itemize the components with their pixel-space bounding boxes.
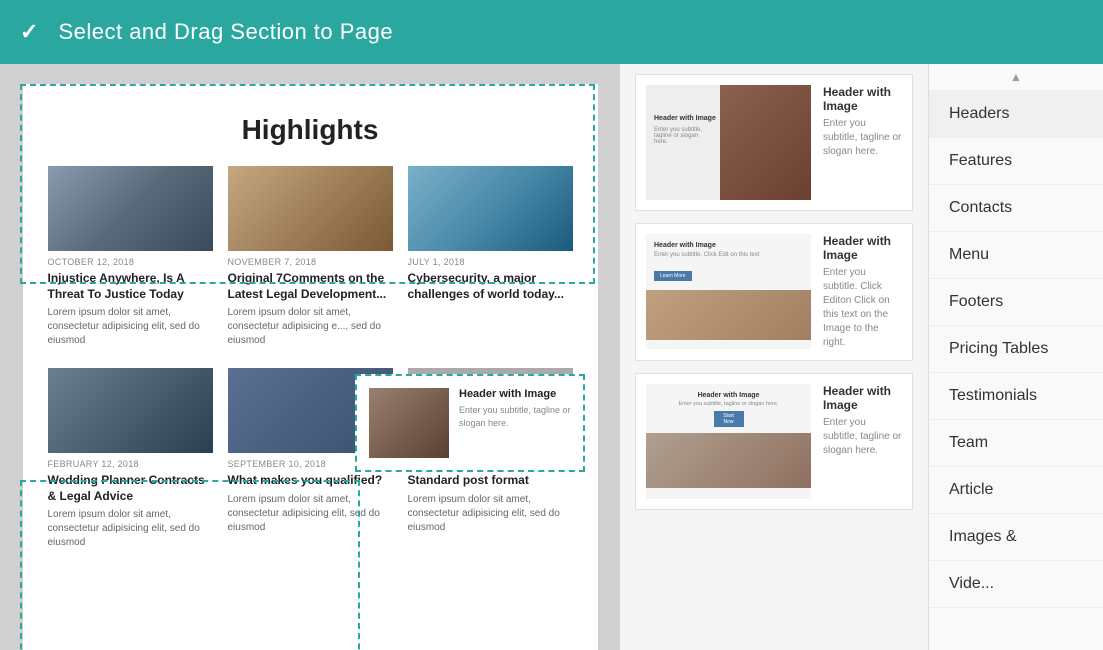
thumb-img-area [646,433,811,488]
blog-headline: What makes you qualified? [228,473,393,489]
sidebar-item-headers[interactable]: Headers [929,91,1103,138]
center-panel[interactable]: Header with Image Enter you subtitle, ta… [620,64,928,650]
section-desc: Enter you subtitle. Click Editon Click o… [823,266,902,350]
sidebar-item-images[interactable]: Images & [929,514,1103,561]
section-title: Header with Image [823,384,902,412]
section-desc: Enter you subtitle, tagline or slogan he… [823,416,902,458]
section-thumbnail: Header with Image Enter you subtitle, ta… [646,384,811,499]
blog-excerpt: Lorem ipsum dolor sit amet, consectetur … [408,493,573,535]
top-bar: ✓ Select and Drag Section to Page [0,0,1103,64]
sidebar-item-article[interactable]: Article [929,467,1103,514]
section-thumbnail: Header with Image Enter you subtitle. Cl… [646,234,811,349]
thumb-header-2: Header with Image Enter you subtitle. Cl… [646,234,811,349]
blog-image [408,166,573,251]
blog-item: JULY 1, 2018 Cybersecurity, a major chal… [408,166,573,348]
section-thumbnail: Header with Image Enter you subtitle, ta… [646,85,811,200]
section-title: Header with Image [823,85,902,113]
drag-preview-image [369,388,449,458]
thumb-button: Learn More [654,271,692,281]
thumb-title: Header with Image [654,242,803,249]
thumb-button: Start Now [714,411,744,427]
thumb-subtitle: Enter you subtitle. Click Edit on this t… [654,252,803,260]
blog-item: NOVEMBER 7, 2018 Original 7Comments on t… [228,166,393,348]
blog-date: NOVEMBER 7, 2018 [228,257,393,267]
drag-preview-text: Header with Image Enter you subtitle, ta… [459,388,571,429]
blog-image [48,368,213,453]
thumb-content: Header with Image Enter you subtitle. Cl… [646,234,811,290]
section-card-inner: Header with Image Enter you subtitle, ta… [636,75,912,210]
section-card-inner: Header with Image Enter you subtitle. Cl… [636,224,912,360]
sidebar-item-menu[interactable]: Menu [929,232,1103,279]
thumb-header-3: Header with Image Enter you subtitle, ta… [646,384,811,499]
sidebar-item-footers[interactable]: Footers [929,279,1103,326]
blog-excerpt: Lorem ipsum dolor sit amet, consectetur … [228,493,393,535]
blog-headline: Standard post format [408,473,573,489]
page-preview: Highlights OCTOBER 12, 2018 Injustice An… [23,84,598,650]
section-title: Header with Image [823,234,902,262]
blog-headline: Wedding Planner Contracts & Legal Advice [48,473,213,504]
section-card[interactable]: Header with Image Enter you subtitle, ta… [635,373,913,510]
thumb-title-text: Header with Image [654,115,716,122]
section-info: Header with Image Enter you subtitle, ta… [823,384,902,458]
blog-excerpt: Lorem ipsum dolor sit amet, consectetur … [228,306,393,348]
sidebar-item-video[interactable]: Vide... [929,561,1103,608]
section-card[interactable]: Header with Image Enter you subtitle, ta… [635,74,913,211]
section-desc: Enter you subtitle, tagline or slogan he… [823,117,902,159]
blog-date: JULY 1, 2018 [408,257,573,267]
drag-preview-card[interactable]: Header with Image Enter you subtitle, ta… [355,374,585,472]
blog-excerpt: Lorem ipsum dolor sit amet, consectetur … [48,306,213,348]
blog-headline: Original 7Comments on the Latest Legal D… [228,271,393,302]
blog-item: FEBRUARY 12, 2018 Wedding Planner Contra… [48,368,213,550]
blog-image [48,166,213,251]
drag-preview-subtitle: Enter you subtitle, tagline or slogan he… [459,404,571,429]
section-card[interactable]: Header with Image Enter you subtitle. Cl… [635,223,913,361]
blog-date: OCTOBER 12, 2018 [48,257,213,267]
sidebar-item-features[interactable]: Features [929,138,1103,185]
right-sidebar: ▲ Headers Features Contacts Menu Footers… [928,64,1103,650]
blog-headline: Cybersecurity, a major challenges of wor… [408,271,573,302]
section-info: Header with Image Enter you subtitle. Cl… [823,234,902,350]
drag-preview-title: Header with Image [459,388,571,400]
thumb-title: Header with Image [646,384,811,401]
blog-headline: Injustice Anywhere, Is A Threat To Justi… [48,271,213,302]
sidebar-item-testimonials[interactable]: Testimonials [929,373,1103,420]
thumb-subtitle: Enter you subtitle, tagline or slogan he… [646,401,811,411]
left-panel: Highlights OCTOBER 12, 2018 Injustice An… [0,64,620,650]
check-icon: ✓ [20,19,38,45]
section-info: Header with Image Enter you subtitle, ta… [823,85,902,159]
blog-excerpt: Lorem ipsum dolor sit amet, consectetur … [48,508,213,550]
thumb-subtitle-text: Enter you subtitle, tagline or slogan he… [654,127,709,145]
blog-grid-row1: OCTOBER 12, 2018 Injustice Anywhere, Is … [48,166,573,348]
blog-date: FEBRUARY 12, 2018 [48,459,213,469]
section-card-inner: Header with Image Enter you subtitle, ta… [636,374,912,509]
blog-image [228,166,393,251]
thumb-image-area [720,85,811,200]
sidebar-item-team[interactable]: Team [929,420,1103,467]
sidebar-item-contacts[interactable]: Contacts [929,185,1103,232]
page-title: Select and Drag Section to Page [58,19,393,45]
highlights-title: Highlights [48,114,573,146]
main-content: Highlights OCTOBER 12, 2018 Injustice An… [0,64,1103,650]
thumb-header-image: Header with Image Enter you subtitle, ta… [646,85,811,200]
thumb-img-area [646,290,811,340]
scroll-up-button[interactable]: ▲ [929,64,1103,91]
blog-item: OCTOBER 12, 2018 Injustice Anywhere, Is … [48,166,213,348]
sidebar-item-pricing-tables[interactable]: Pricing Tables [929,326,1103,373]
